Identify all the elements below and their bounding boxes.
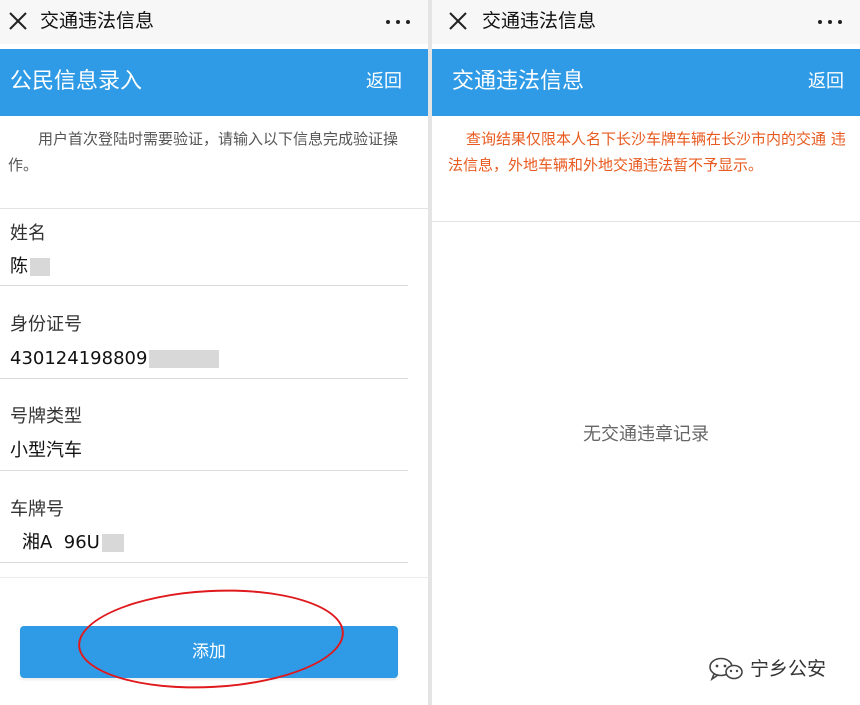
divider [0, 208, 428, 209]
query-scope-notice: 查询结果仅限本人名下长沙车牌车辆在长沙市内的交通 违法信息，外地车辆和外地交通违… [448, 130, 846, 174]
verification-notice: 用户首次登陆时需要验证，请输入以下信息完成验证操作。 [8, 130, 399, 174]
id-number-label: 身份证号 [10, 314, 82, 335]
wechat-title-bar: 交通违法信息 [0, 0, 428, 44]
wechat-icon [709, 657, 743, 682]
field-underline [0, 470, 408, 471]
more-icon[interactable] [810, 8, 850, 34]
close-icon[interactable] [6, 9, 30, 33]
name-field[interactable] [8, 252, 408, 282]
back-button[interactable]: 返回 [366, 70, 402, 94]
add-button[interactable]: 添加 [20, 626, 398, 678]
empty-records-message: 无交通违章记录 [583, 424, 709, 445]
window-title: 交通违法信息 [40, 10, 155, 32]
left-screen: 交通违法信息 公民信息录入 返回 用户首次登陆时需要验证，请输入以下信息完成验证… [0, 0, 428, 705]
page-header: 公民信息录入 返回 [0, 49, 428, 116]
id-number-value: 430124198809 [10, 347, 220, 371]
right-screen: 交通违法信息 交通违法信息 返回 查询结果仅限本人名下长沙车牌车辆在长沙市内的交… [432, 0, 860, 705]
divider [432, 221, 860, 222]
page-header: 交通违法信息 返回 [432, 49, 860, 116]
more-icon[interactable] [378, 8, 418, 34]
page-title: 交通违法信息 [452, 69, 585, 94]
wechat-title-bar: 交通违法信息 [432, 0, 860, 44]
name-value: 陈 [10, 255, 50, 279]
plate-number-value: 湘A 96U [22, 531, 124, 555]
redacted-mask [101, 534, 124, 552]
window-title: 交通违法信息 [482, 10, 597, 32]
redacted-mask [149, 350, 220, 368]
plate-type-label: 号牌类型 [10, 406, 82, 427]
field-underline [0, 562, 408, 563]
page-title: 公民信息录入 [10, 69, 143, 94]
plate-number-label: 车牌号 [10, 499, 64, 520]
watermark-text: 宁乡公安 [750, 658, 827, 680]
plate-type-value: 小型汽车 [10, 440, 82, 461]
name-label: 姓名 [10, 223, 46, 244]
divider [0, 577, 428, 578]
field-underline [0, 378, 408, 379]
back-button[interactable]: 返回 [808, 70, 844, 94]
close-icon[interactable] [446, 9, 470, 33]
redacted-mask [30, 258, 50, 276]
field-underline [0, 285, 408, 286]
